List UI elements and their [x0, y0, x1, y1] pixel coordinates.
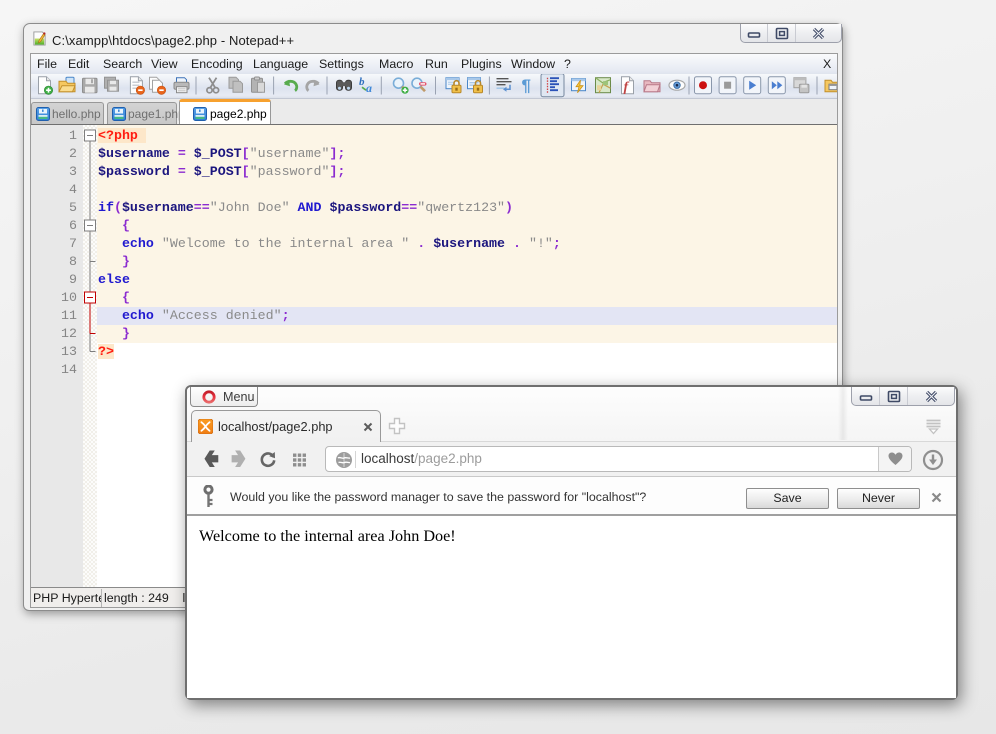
svg-text:¶: ¶ [522, 76, 531, 95]
svg-text:b: b [359, 76, 365, 88]
svg-text:a: a [366, 81, 372, 95]
